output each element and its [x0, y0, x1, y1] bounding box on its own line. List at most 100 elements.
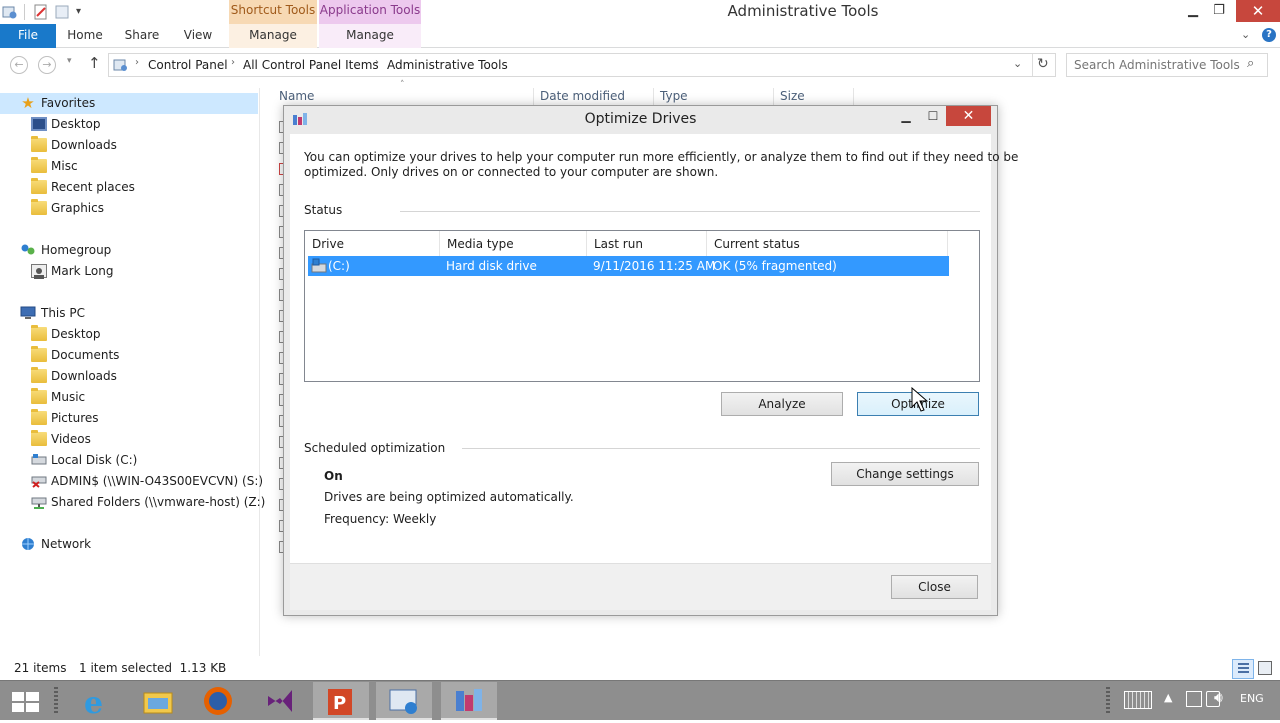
status-section-header: Status [304, 203, 343, 217]
breadcrumb-control-panel[interactable]: Control Panel [148, 58, 228, 72]
column-header-size[interactable]: Size [780, 89, 805, 103]
nav-favorites-recent-places[interactable]: Recent places [0, 177, 258, 198]
touch-keyboard-icon[interactable] [1124, 691, 1152, 709]
qat-dropdown-icon[interactable]: ▾ [76, 4, 92, 20]
nav-pc-shared-folders[interactable]: Shared Folders (\\vmware-host) (Z:) [0, 492, 265, 513]
homegroup-icon [20, 243, 36, 257]
drive-row-c[interactable]: (C:) Hard disk drive 9/11/2016 11:25 AM … [308, 256, 949, 276]
column-header-current-status[interactable]: Current status [707, 231, 948, 257]
column-header-name[interactable]: Name [279, 89, 314, 103]
tab-manage-application[interactable]: Manage [319, 24, 421, 48]
taskbar-file-explorer[interactable] [130, 682, 186, 720]
taskbar-internet-explorer[interactable]: e [70, 682, 126, 721]
nav-pc-desktop[interactable]: Desktop [0, 324, 258, 345]
analyze-button[interactable]: Analyze [721, 392, 843, 416]
new-folder-icon[interactable] [54, 4, 70, 20]
search-box[interactable]: ⌕ [1066, 53, 1268, 77]
restore-button[interactable]: ❐ [1204, 0, 1234, 22]
nav-pc-admin-share[interactable]: ADMIN$ (\\WIN-O43S00EVCVN) (S:) [0, 471, 263, 492]
details-view-button[interactable] [1232, 659, 1254, 679]
column-separator[interactable] [533, 88, 534, 106]
sort-ascending-icon: ˄ [400, 80, 405, 90]
nav-pc-local-disk[interactable]: Local Disk (C:) [0, 450, 258, 471]
expand-ribbon-icon[interactable]: ⌄ [1241, 28, 1250, 41]
tab-view[interactable]: View [174, 24, 222, 48]
show-hidden-icons-icon[interactable]: ▲ [1164, 691, 1172, 704]
breadcrumb-all-items[interactable]: All Control Panel Items [243, 58, 379, 72]
taskbar-optimize-drives[interactable] [441, 682, 497, 720]
change-settings-button[interactable]: Change settings [831, 462, 979, 486]
dialog-minimize-button[interactable]: ▁ [893, 106, 919, 126]
column-separator[interactable] [853, 88, 854, 106]
taskbar-visual-studio[interactable] [252, 682, 308, 720]
folder-icon [31, 157, 47, 173]
nav-favorites[interactable]: ★ Favorites [0, 93, 258, 114]
breadcrumb-separator[interactable]: › [375, 57, 379, 68]
address-box[interactable]: › Control Panel › All Control Panel Item… [108, 53, 1056, 77]
nav-favorites-desktop[interactable]: Desktop [0, 114, 258, 135]
visual-studio-icon [268, 690, 292, 712]
close-button[interactable]: Close [891, 575, 978, 599]
nav-favorites-misc[interactable]: Misc [0, 156, 258, 177]
column-header-type[interactable]: Type [660, 89, 688, 103]
title-bar: ▾ Shortcut Tools Application Tools Admin… [0, 0, 1280, 24]
column-header-date-modified[interactable]: Date modified [540, 89, 625, 103]
breadcrumb-separator[interactable]: › [231, 57, 235, 68]
breadcrumb-separator[interactable]: › [135, 57, 139, 68]
nav-favorites-downloads[interactable]: Downloads [0, 135, 258, 156]
column-separator[interactable] [653, 88, 654, 106]
nav-pc-pictures[interactable]: Pictures [0, 408, 258, 429]
ribbon-tabs: File Home Share View Manage Manage ⌄ ? [0, 24, 1280, 48]
breadcrumb-administrative-tools[interactable]: Administrative Tools [387, 58, 508, 72]
nav-this-pc[interactable]: This PC [0, 303, 258, 324]
svg-text:P: P [333, 693, 346, 714]
column-header-drive[interactable]: Drive [305, 231, 440, 257]
address-dropdown-icon[interactable]: ⌄ [1013, 57, 1022, 70]
tab-home[interactable]: Home [60, 24, 110, 48]
taskbar-control-panel[interactable] [376, 682, 432, 720]
drives-list[interactable]: Drive Media type Last run Current status… [304, 230, 980, 382]
disconnected-network-drive-icon [31, 474, 47, 488]
recent-locations-icon[interactable]: ▾ [67, 56, 72, 66]
start-button[interactable] [0, 682, 52, 720]
nav-pc-videos[interactable]: Videos [0, 429, 258, 450]
status-section-divider [400, 211, 980, 212]
taskbar-grip[interactable] [54, 687, 58, 715]
help-icon[interactable]: ? [1262, 28, 1276, 42]
back-button[interactable]: ← [10, 56, 28, 74]
nav-favorites-graphics[interactable]: Graphics [0, 198, 258, 219]
dialog-close-button[interactable]: ✕ [946, 106, 991, 126]
column-header-media-type[interactable]: Media type [440, 231, 587, 257]
navigation-pane: ★ Favorites Desktop Downloads Misc Recen… [0, 88, 265, 656]
action-center-icon[interactable] [1186, 691, 1202, 707]
drive-media-type: Hard disk drive [446, 259, 537, 273]
tab-share[interactable]: Share [116, 24, 168, 48]
nav-network[interactable]: Network [0, 534, 258, 555]
language-indicator[interactable]: ENG [1240, 692, 1264, 705]
search-input[interactable] [1074, 55, 1244, 75]
column-header-last-run[interactable]: Last run [587, 231, 707, 257]
nav-pc-downloads[interactable]: Downloads [0, 366, 258, 387]
tab-file[interactable]: File [0, 24, 56, 48]
forward-button[interactable]: → [38, 56, 56, 74]
nav-pc-documents[interactable]: Documents [0, 345, 258, 366]
column-separator[interactable] [773, 88, 774, 106]
taskbar-powerpoint[interactable]: P [313, 682, 369, 720]
powerpoint-icon: P [328, 689, 352, 715]
large-icons-view-icon[interactable] [1258, 661, 1272, 675]
dialog-maximize-button[interactable]: ☐ [920, 106, 946, 126]
tab-manage-shortcut[interactable]: Manage [229, 24, 317, 48]
status-bar: 21 items 1 item selected 1.13 KB [0, 658, 1280, 680]
close-window-button[interactable]: ✕ [1236, 0, 1280, 22]
properties-icon[interactable] [33, 4, 49, 20]
nav-homegroup[interactable]: Homegroup [0, 240, 258, 261]
nav-homegroup-user[interactable]: Mark Long [0, 261, 258, 282]
nav-pc-music[interactable]: Music [0, 387, 258, 408]
taskbar-firefox[interactable] [190, 682, 246, 720]
taskbar-grip[interactable] [1106, 687, 1110, 715]
up-arrow-icon[interactable]: ↑ [88, 54, 101, 72]
volume-icon[interactable]: 🔊︎ [1214, 690, 1223, 706]
refresh-icon[interactable]: ↻ [1037, 56, 1049, 72]
search-icon[interactable]: ⌕ [1247, 56, 1254, 71]
control-panel-icon[interactable] [2, 4, 18, 20]
